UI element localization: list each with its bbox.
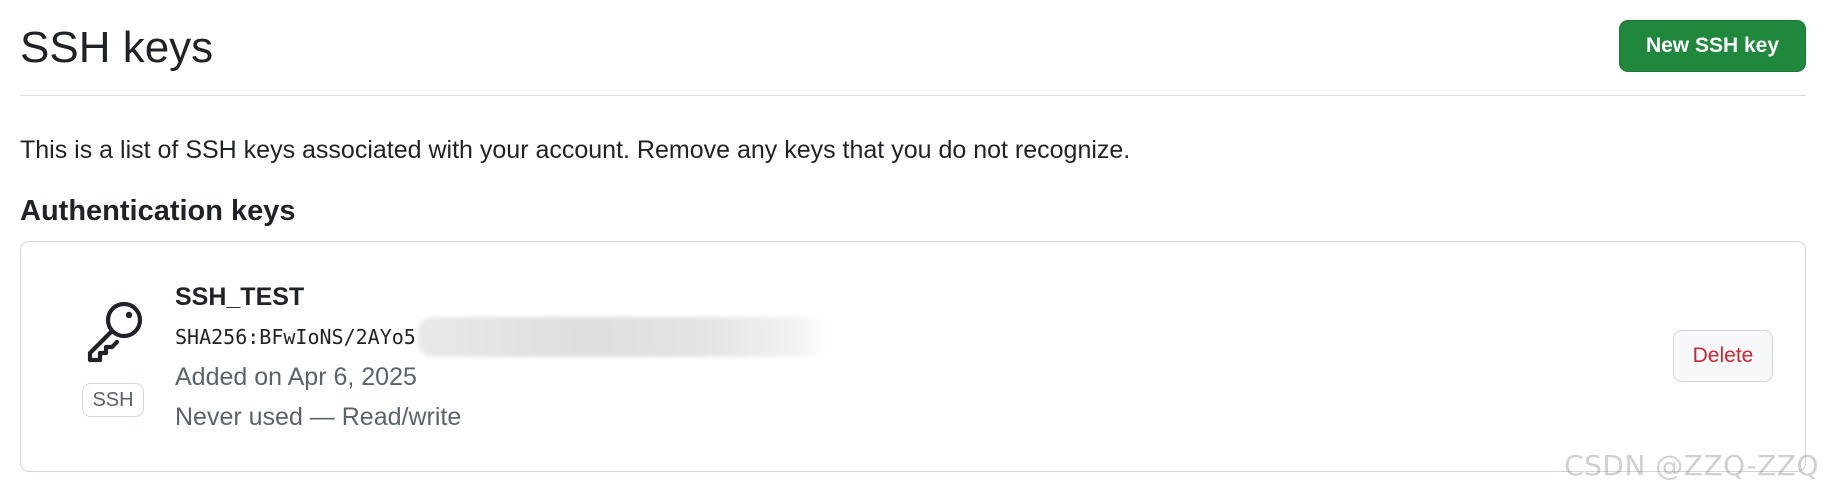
ssh-badge: SSH (82, 383, 144, 417)
page-header: SSH keys New SSH key (20, 0, 1806, 96)
authentication-keys-heading: Authentication keys (20, 195, 296, 227)
new-ssh-key-button[interactable]: New SSH key (1619, 20, 1806, 72)
page-description: This is a list of SSH keys associated wi… (20, 136, 1131, 164)
ssh-key-item: SSH SSH_TEST SHA256:BFwIoNS/2AYo5 Added … (20, 241, 1806, 472)
key-title: SSH_TEST (175, 283, 305, 311)
redacted-fingerprint-blur (417, 317, 828, 357)
key-icon-group: SSH (81, 298, 147, 428)
watermark-text: CSDN @ZZQ-ZZQ (1564, 449, 1819, 482)
delete-key-button[interactable]: Delete (1673, 330, 1773, 382)
ssh-keys-page: SSH keys New SSH key This is a list of S… (0, 0, 1823, 484)
key-added-date: Added on Apr 6, 2025 (175, 363, 417, 391)
fingerprint-row: SHA256:BFwIoNS/2AYo5 (175, 317, 828, 357)
key-fingerprint: SHA256:BFwIoNS/2AYo5 (175, 325, 416, 349)
key-details: SSH_TEST SHA256:BFwIoNS/2AYo5 Added on A… (175, 280, 828, 434)
key-icon (87, 301, 143, 363)
key-usage-status: Never used — Read/write (175, 403, 462, 431)
page-title: SSH keys (20, 23, 214, 72)
